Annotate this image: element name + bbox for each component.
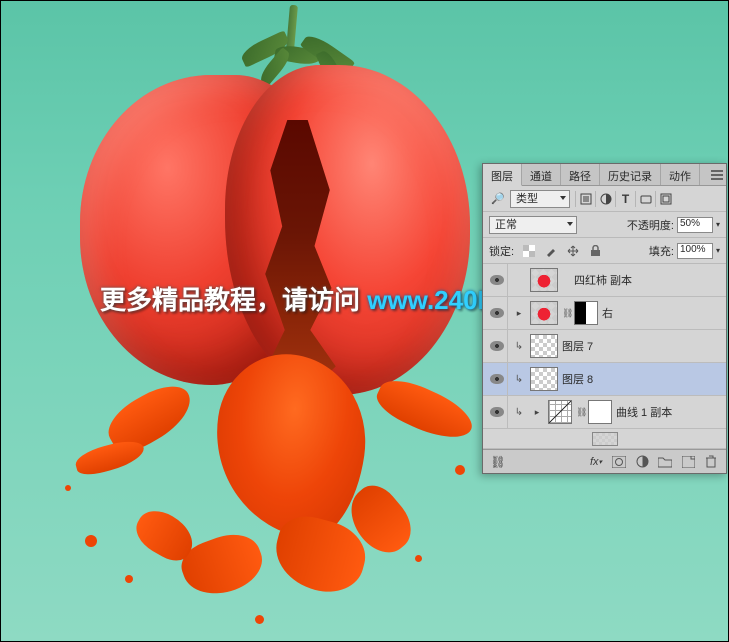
layer-thumbnail[interactable] [530, 268, 558, 292]
fill-field[interactable]: 100% [677, 243, 713, 259]
filter-kind-dropdown[interactable]: 类型 [510, 190, 570, 208]
tab-history[interactable]: 历史记录 [600, 164, 661, 185]
expand-arrow-icon[interactable]: ▸ [530, 407, 544, 418]
layer-row-collapsed[interactable] [483, 429, 726, 449]
visibility-eye-icon[interactable] [490, 341, 504, 351]
opacity-field[interactable]: 50% [677, 217, 713, 233]
mask-thumbnail[interactable] [574, 301, 598, 325]
mask-link-icon[interactable]: ⛓ [562, 308, 570, 319]
layer-thumbnail[interactable] [530, 301, 558, 325]
filter-smart-icon[interactable] [655, 191, 675, 207]
add-mask-icon[interactable] [608, 453, 630, 471]
tab-layers[interactable]: 图层 [483, 164, 522, 186]
filter-shape-icon[interactable] [635, 191, 655, 207]
panel-footer: ⛓ fx▾ [483, 449, 726, 473]
mask-link-icon[interactable]: ⛓ [576, 407, 584, 418]
layer-name[interactable]: 四红柿 副本 [574, 272, 723, 288]
lock-all-icon[interactable] [586, 243, 604, 259]
new-adjustment-icon[interactable] [631, 453, 653, 471]
fill-flyout-icon[interactable]: ▾ [716, 246, 720, 255]
new-layer-icon[interactable] [677, 453, 699, 471]
layer-thumbnail[interactable] [530, 334, 558, 358]
layer-thumbnail[interactable] [530, 367, 558, 391]
layer-row-selected[interactable]: ↳ 图层 8 [483, 363, 726, 396]
visibility-eye-icon[interactable] [490, 275, 504, 285]
filter-adjust-icon[interactable] [595, 191, 615, 207]
layer-thumbnail-small[interactable] [592, 432, 618, 446]
layer-row[interactable]: ↳ 图层 7 [483, 330, 726, 363]
filter-type-icon[interactable]: T [615, 191, 635, 207]
clip-indicator-icon: ↳ [512, 374, 526, 385]
panel-tabs: 图层 通道 路径 历史记录 动作 [483, 164, 726, 186]
layer-list: 四红柿 副本 ▸ ⛓ 右 ↳ 图层 7 ↳ 图层 8 ↳ ▸ ⛓ [483, 264, 726, 449]
layers-panel: 图层 通道 路径 历史记录 动作 🔎 类型 T 正常 不透明度: 50% ▾ 锁… [482, 163, 727, 474]
delete-layer-icon[interactable] [700, 453, 722, 471]
lock-row: 锁定: 填充: 100% ▾ [483, 238, 726, 264]
visibility-eye-icon[interactable] [490, 308, 504, 318]
clip-indicator-icon: ↳ [512, 407, 526, 418]
visibility-eye-icon[interactable] [490, 374, 504, 384]
tab-paths[interactable]: 路径 [561, 164, 600, 185]
lock-label: 锁定: [489, 243, 514, 259]
lock-position-icon[interactable] [564, 243, 582, 259]
juice-splash [75, 355, 495, 635]
lock-transparent-icon[interactable] [520, 243, 538, 259]
watermark-main: 更多精品教程，请访问 [100, 285, 367, 315]
clip-indicator-icon: ↳ [512, 341, 526, 352]
expand-arrow-icon[interactable]: ▸ [512, 308, 526, 319]
new-group-icon[interactable] [654, 453, 676, 471]
filter-pixel-icon[interactable] [575, 191, 595, 207]
layer-name[interactable]: 曲线 1 副本 [616, 404, 723, 420]
blend-mode-dropdown[interactable]: 正常 [489, 216, 577, 234]
adjustment-thumbnail[interactable] [548, 400, 572, 424]
layer-row[interactable]: ↳ ▸ ⛓ 曲线 1 副本 [483, 396, 726, 429]
lock-pixels-icon[interactable] [542, 243, 560, 259]
filter-row: 🔎 类型 T [483, 186, 726, 212]
tab-actions[interactable]: 动作 [661, 164, 700, 185]
layer-name[interactable]: 图层 8 [562, 371, 723, 387]
layer-name[interactable]: 图层 7 [562, 338, 723, 354]
layer-row[interactable]: ▸ ⛓ 右 [483, 297, 726, 330]
opacity-flyout-icon[interactable]: ▾ [716, 220, 720, 229]
layer-fx-icon[interactable]: fx▾ [585, 453, 607, 471]
tab-channels[interactable]: 通道 [522, 164, 561, 185]
opacity-label: 不透明度: [627, 217, 674, 233]
mask-thumbnail[interactable] [588, 400, 612, 424]
layer-row[interactable]: 四红柿 副本 [483, 264, 726, 297]
blend-row: 正常 不透明度: 50% ▾ [483, 212, 726, 238]
panel-menu-icon[interactable] [708, 164, 726, 185]
link-layers-icon[interactable]: ⛓ [487, 453, 509, 471]
search-icon[interactable]: 🔎 [489, 191, 507, 207]
visibility-eye-icon[interactable] [490, 407, 504, 417]
fill-label: 填充: [649, 243, 674, 259]
layer-name[interactable]: 右 [602, 305, 723, 321]
